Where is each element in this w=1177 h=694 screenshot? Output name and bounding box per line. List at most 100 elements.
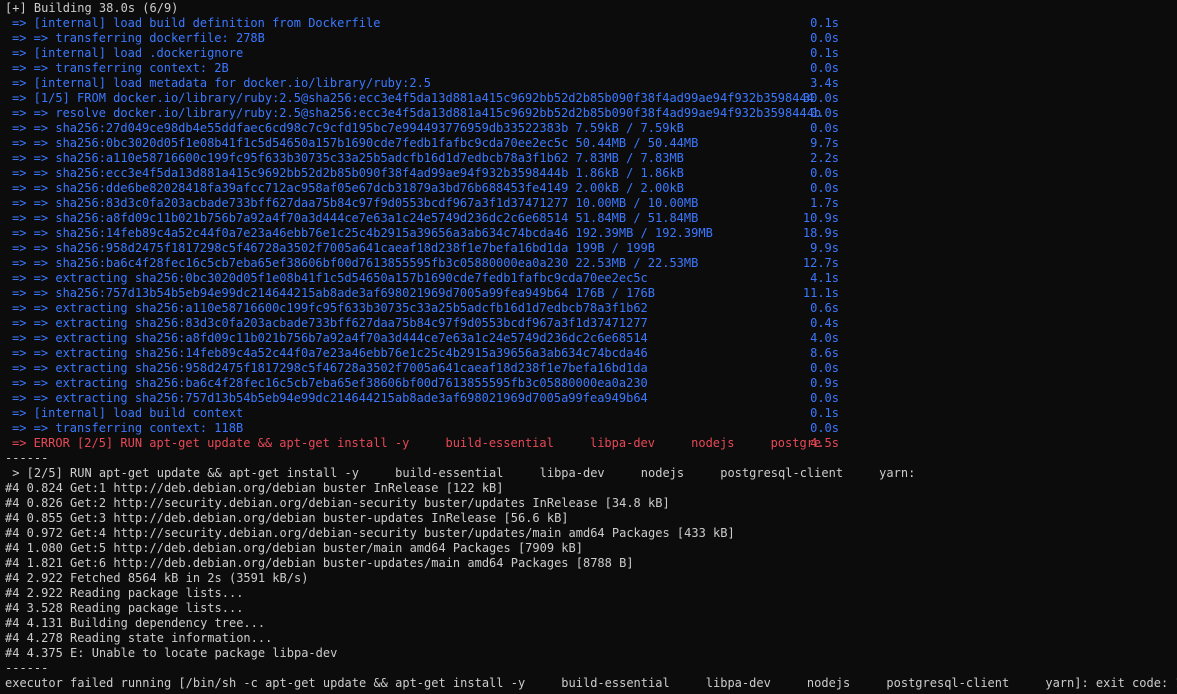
step-duration: 4.1s	[810, 271, 839, 285]
step-duration: 2.2s	[810, 151, 839, 165]
build-step: => [1/5] FROM docker.io/library/ruby:2.5…	[0, 91, 1177, 106]
build-step: => => extracting sha256:83d3c0fa203acbad…	[0, 316, 1177, 331]
step-duration: 8.6s	[810, 346, 839, 360]
build-step: => [internal] load build definition from…	[0, 16, 1177, 31]
step-text: => => transferring context: 2B	[12, 61, 229, 75]
step-text: => => sha256:a8fd09c11b021b756b7a92a4f70…	[12, 211, 699, 225]
log-line: #4 4.278 Reading state information...	[0, 631, 1177, 646]
step-text: => => extracting sha256:a8fd09c11b021b75…	[12, 331, 648, 345]
build-step: => => extracting sha256:ba6c4f28fec16c5c…	[0, 376, 1177, 391]
build-step: => => transferring context: 118B 0.0s	[0, 421, 1177, 436]
step-text: => => sha256:27d049ce98db4e55ddfaec6cd98…	[12, 121, 684, 135]
step-text: => => transferring context: 118B	[12, 421, 244, 435]
step-duration: 0.0s	[810, 391, 839, 405]
build-step: => => resolve docker.io/library/ruby:2.5…	[0, 106, 1177, 121]
log-line-text: #4 0.826 Get:2 http://security.debian.or…	[5, 496, 670, 510]
build-header-text: [+] Building 38.0s (6/9)	[5, 1, 179, 15]
build-step: => => sha256:a110e58716600c199fc95f633b3…	[0, 151, 1177, 166]
step-text: => => sha256:ecc3e4f5da13d881a415c9692bb…	[12, 166, 684, 180]
build-step-error: => ERROR [2/5] RUN apt-get update && apt…	[0, 436, 1177, 451]
log-line: #4 4.131 Building dependency tree...	[0, 616, 1177, 631]
build-step: => => extracting sha256:14feb89c4a52c44f…	[0, 346, 1177, 361]
step-duration: 11.1s	[802, 286, 839, 300]
step-duration: 10.9s	[802, 211, 839, 225]
step-text: => => sha256:83d3c0fa203acbade733bff627d…	[12, 196, 699, 210]
log-line: #4 4.375 E: Unable to locate package lib…	[0, 646, 1177, 661]
separator-line-text: ------	[5, 661, 49, 675]
log-line-text: #4 3.528 Reading package lists...	[5, 601, 244, 615]
run-command-line: > [2/5] RUN apt-get update && apt-get in…	[0, 466, 1177, 481]
log-line-text: #4 1.080 Get:5 http://deb.debian.org/deb…	[5, 541, 583, 555]
step-duration: 12.7s	[802, 256, 839, 270]
step-text: => => extracting sha256:757d13b54b5eb94e…	[12, 391, 648, 405]
step-duration: 0.0s	[810, 361, 839, 375]
build-step: => => sha256:0bc3020d05f1e08b41f1c5d5465…	[0, 136, 1177, 151]
build-step: => => sha256:a8fd09c11b021b756b7a92a4f70…	[0, 211, 1177, 226]
log-line: #4 1.080 Get:5 http://deb.debian.org/deb…	[0, 541, 1177, 556]
step-text: => => resolve docker.io/library/ruby:2.5…	[12, 106, 822, 120]
step-text: => => extracting sha256:958d2475f1817298…	[12, 361, 648, 375]
step-text: => => sha256:0bc3020d05f1e08b41f1c5d5465…	[12, 136, 699, 150]
step-text: => => extracting sha256:14feb89c4a52c44f…	[12, 346, 648, 360]
step-duration: 3.4s	[810, 76, 839, 90]
step-duration: 0.0s	[810, 31, 839, 45]
final-error-line: executor failed running [/bin/sh -c apt-…	[0, 676, 1177, 691]
build-step: => => extracting sha256:958d2475f1817298…	[0, 361, 1177, 376]
log-line-text: #4 0.972 Get:4 http://security.debian.or…	[5, 526, 735, 540]
log-line: #4 1.821 Get:6 http://deb.debian.org/deb…	[0, 556, 1177, 571]
step-duration: 0.1s	[810, 16, 839, 30]
step-duration: 0.0s	[810, 166, 839, 180]
step-duration: 0.1s	[810, 46, 839, 60]
log-line: #4 3.528 Reading package lists...	[0, 601, 1177, 616]
log-line-text: #4 4.375 E: Unable to locate package lib…	[5, 646, 338, 660]
step-duration: 0.0s	[810, 106, 839, 120]
step-duration: 0.0s	[810, 181, 839, 195]
build-step: => => sha256:757d13b54b5eb94e99dc2146442…	[0, 286, 1177, 301]
step-duration: 0.4s	[810, 316, 839, 330]
build-step: => => extracting sha256:a8fd09c11b021b75…	[0, 331, 1177, 346]
build-step: => => extracting sha256:0bc3020d05f1e08b…	[0, 271, 1177, 286]
log-line-text: #4 4.278 Reading state information...	[5, 631, 273, 645]
step-duration: 18.9s	[802, 226, 839, 240]
build-header: [+] Building 38.0s (6/9)	[0, 1, 1177, 16]
step-text: => [internal] load build context	[12, 406, 244, 420]
step-text: => => sha256:ba6c4f28fec16c5cb7eba65ef38…	[12, 256, 699, 270]
build-step: => [internal] load .dockerignore 0.1s	[0, 46, 1177, 61]
log-line-text: #4 0.824 Get:1 http://deb.debian.org/deb…	[5, 481, 504, 495]
step-duration: 4.0s	[810, 331, 839, 345]
step-text: => => sha256:dde6be82028418fa39afcc712ac…	[12, 181, 684, 195]
step-duration: 30.0s	[802, 91, 839, 105]
step-duration: 1.7s	[810, 196, 839, 210]
build-step: => => sha256:958d2475f1817298c5f46728a35…	[0, 241, 1177, 256]
step-duration: 4.5s	[810, 436, 839, 450]
final-error-line-text: executor failed running [/bin/sh -c apt-…	[5, 676, 1177, 690]
log-line-text: #4 2.922 Reading package lists...	[5, 586, 244, 600]
build-step: => => sha256:27d049ce98db4e55ddfaec6cd98…	[0, 121, 1177, 136]
build-step: => => sha256:ba6c4f28fec16c5cb7eba65ef38…	[0, 256, 1177, 271]
log-line: #4 0.824 Get:1 http://deb.debian.org/deb…	[0, 481, 1177, 496]
log-line-text: #4 2.922 Fetched 8564 kB in 2s (3591 kB/…	[5, 571, 309, 585]
step-duration: 0.9s	[810, 376, 839, 390]
log-line: #4 0.855 Get:3 http://deb.debian.org/deb…	[0, 511, 1177, 526]
build-step: => => sha256:ecc3e4f5da13d881a415c9692bb…	[0, 166, 1177, 181]
step-text: => => extracting sha256:0bc3020d05f1e08b…	[12, 271, 648, 285]
separator-line-text: ------	[5, 451, 49, 465]
build-step: => => sha256:83d3c0fa203acbade733bff627d…	[0, 196, 1177, 211]
log-line: #4 0.826 Get:2 http://security.debian.or…	[0, 496, 1177, 511]
step-text: => => sha256:757d13b54b5eb94e99dc2146442…	[12, 286, 655, 300]
step-text: => => extracting sha256:a110e58716600c19…	[12, 301, 648, 315]
build-step: => [internal] load build context 0.1s	[0, 406, 1177, 421]
build-step: => => transferring context: 2B 0.0s	[0, 61, 1177, 76]
step-duration: 9.7s	[810, 136, 839, 150]
build-step: => => extracting sha256:757d13b54b5eb94e…	[0, 391, 1177, 406]
build-step: => => sha256:14feb89c4a52c44f0a7e23a46eb…	[0, 226, 1177, 241]
step-duration: 9.9s	[810, 241, 839, 255]
step-text: => => extracting sha256:83d3c0fa203acbad…	[12, 316, 648, 330]
log-line-text: #4 0.855 Get:3 http://deb.debian.org/deb…	[5, 511, 569, 525]
terminal-window[interactable]: [+] Building 38.0s (6/9) => [internal] lo…	[0, 0, 1177, 694]
log-line: #4 0.972 Get:4 http://security.debian.or…	[0, 526, 1177, 541]
step-text: => => extracting sha256:ba6c4f28fec16c5c…	[12, 376, 648, 390]
log-line-text: #4 1.821 Get:6 http://deb.debian.org/deb…	[5, 556, 634, 570]
build-step: => => extracting sha256:a110e58716600c19…	[0, 301, 1177, 316]
run-command-line-text: > [2/5] RUN apt-get update && apt-get in…	[5, 466, 916, 480]
